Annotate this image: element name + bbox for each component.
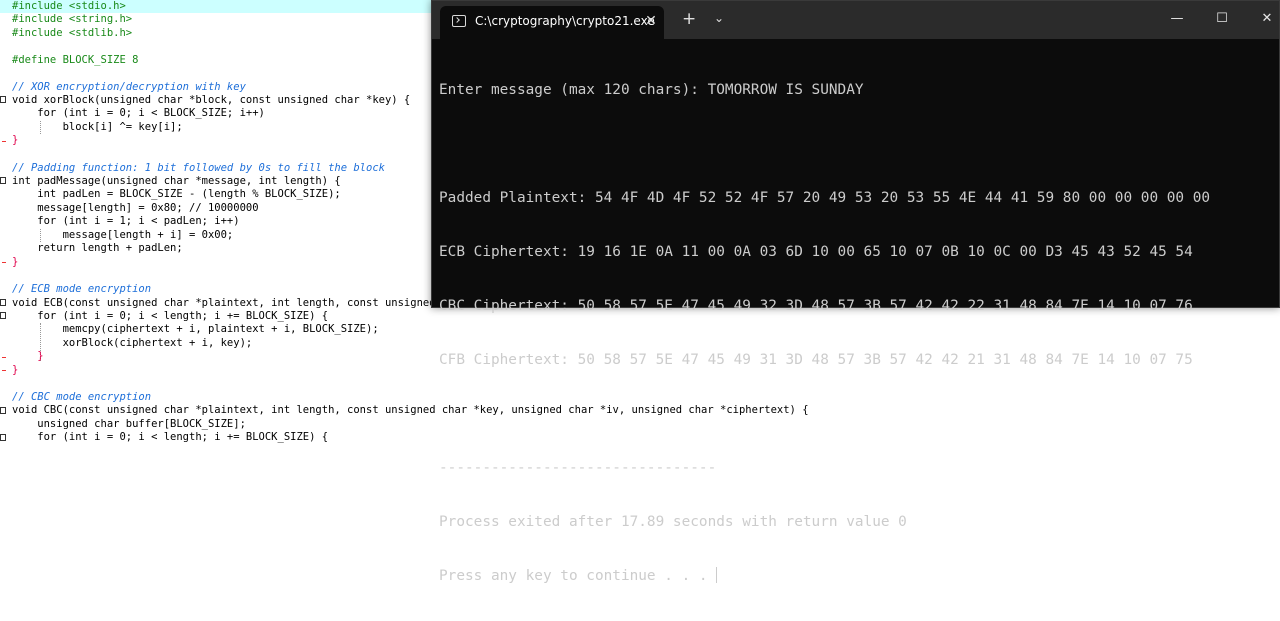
output-line: -------------------------------- bbox=[439, 460, 717, 476]
code-line[interactable]: for (int i = 0; i < BLOCK_SIZE; i++) bbox=[12, 107, 265, 120]
code-line[interactable]: int padMessage(unsigned char *message, i… bbox=[12, 175, 341, 188]
code-line[interactable]: xorBlock(ciphertext + i, key); bbox=[12, 337, 253, 350]
text-cursor bbox=[716, 567, 718, 583]
fold-end-marker bbox=[2, 141, 6, 142]
tab-close-icon[interactable]: ✕ bbox=[643, 12, 659, 30]
title-bar[interactable]: C:\cryptography\crypto21.exe ✕ + ⌄ — ☐ ✕ bbox=[432, 1, 1279, 39]
code-line[interactable]: #include <stdlib.h> bbox=[12, 27, 132, 40]
close-window-button[interactable]: ✕ bbox=[1253, 9, 1280, 29]
terminal-output[interactable]: Enter message (max 120 chars): TOMORROW … bbox=[439, 45, 1279, 584]
code-line[interactable]: message[length] = 0x80; // 10000000 bbox=[12, 202, 258, 215]
code-line[interactable]: // Padding function: 1 bit followed by 0… bbox=[12, 162, 385, 175]
output-line: Process exited after 17.89 seconds with … bbox=[439, 514, 907, 530]
maximize-button[interactable]: ☐ bbox=[1208, 9, 1236, 29]
code-line[interactable]: for (int i = 0; i < length; i += BLOCK_S… bbox=[12, 310, 328, 323]
code-line[interactable]: // CBC mode encryption bbox=[12, 391, 151, 404]
code-line[interactable]: } bbox=[12, 256, 18, 269]
tab-title: C:\cryptography\crypto21.exe bbox=[475, 14, 655, 28]
code-line[interactable]: for (int i = 0; i < length; i += BLOCK_S… bbox=[12, 431, 328, 444]
output-line: ECB Ciphertext: 19 16 1E 0A 11 00 0A 03 … bbox=[439, 244, 1193, 260]
chevron-down-icon[interactable]: ⌄ bbox=[714, 11, 724, 25]
code-line[interactable]: // XOR encryption/decryption with key bbox=[12, 81, 246, 94]
console-window[interactable]: C:\cryptography\crypto21.exe ✕ + ⌄ — ☐ ✕… bbox=[431, 0, 1280, 584]
output-line: Padded Plaintext: 54 4F 4D 4F 52 52 4F 5… bbox=[439, 190, 1211, 206]
code-line[interactable]: int padLen = BLOCK_SIZE - (length % BLOC… bbox=[12, 188, 340, 201]
fold-toggle-icon[interactable] bbox=[0, 96, 6, 103]
code-line[interactable]: for (int i = 1; i < padLen; i++) bbox=[12, 215, 239, 228]
output-line: Enter message (max 120 chars): TOMORROW … bbox=[439, 82, 864, 98]
code-line[interactable]: // ECB mode encryption bbox=[12, 283, 151, 296]
code-line[interactable]: #define BLOCK_SIZE 8 bbox=[12, 54, 138, 67]
terminal-icon bbox=[452, 15, 466, 27]
fold-end-marker bbox=[2, 370, 6, 371]
fold-toggle-icon[interactable] bbox=[0, 434, 6, 441]
fold-end-marker bbox=[2, 357, 6, 358]
output-line: Press any key to continue . . . bbox=[439, 568, 717, 584]
prompt-line: Press any key to continue . . . bbox=[439, 567, 1279, 585]
code-line[interactable]: memcpy(ciphertext + i, plaintext + i, BL… bbox=[12, 323, 379, 336]
fold-toggle-icon[interactable] bbox=[0, 299, 6, 306]
fold-toggle-icon[interactable] bbox=[0, 407, 6, 414]
code-line[interactable]: unsigned char buffer[BLOCK_SIZE]; bbox=[12, 418, 246, 431]
code-line[interactable]: #include <string.h> bbox=[12, 13, 132, 26]
output-line: CBC Ciphertext: 50 58 57 5E 47 45 49 32 … bbox=[439, 298, 1193, 314]
code-line[interactable]: message[length + i] = 0x00; bbox=[12, 229, 234, 242]
code-line[interactable]: } bbox=[12, 350, 43, 363]
code-line[interactable]: block[i] ^= key[i]; bbox=[12, 121, 183, 134]
editor-gutter bbox=[0, 0, 8, 445]
code-line[interactable]: } bbox=[12, 364, 18, 377]
new-tab-button[interactable]: + bbox=[682, 9, 696, 29]
minimize-button[interactable]: — bbox=[1163, 9, 1191, 29]
console-tab[interactable]: C:\cryptography\crypto21.exe ✕ bbox=[440, 6, 664, 39]
code-line[interactable]: void xorBlock(unsigned char *block, cons… bbox=[12, 94, 410, 107]
output-line: CFB Ciphertext: 50 58 57 5E 47 45 49 31 … bbox=[439, 352, 1193, 368]
code-line[interactable]: #include <stdio.h> bbox=[0, 0, 432, 13]
code-line[interactable]: } bbox=[12, 134, 18, 147]
fold-end-marker bbox=[2, 262, 6, 263]
fold-toggle-icon[interactable] bbox=[0, 177, 6, 184]
fold-toggle-icon[interactable] bbox=[0, 312, 6, 319]
code-line[interactable]: return length + padLen; bbox=[12, 242, 182, 255]
